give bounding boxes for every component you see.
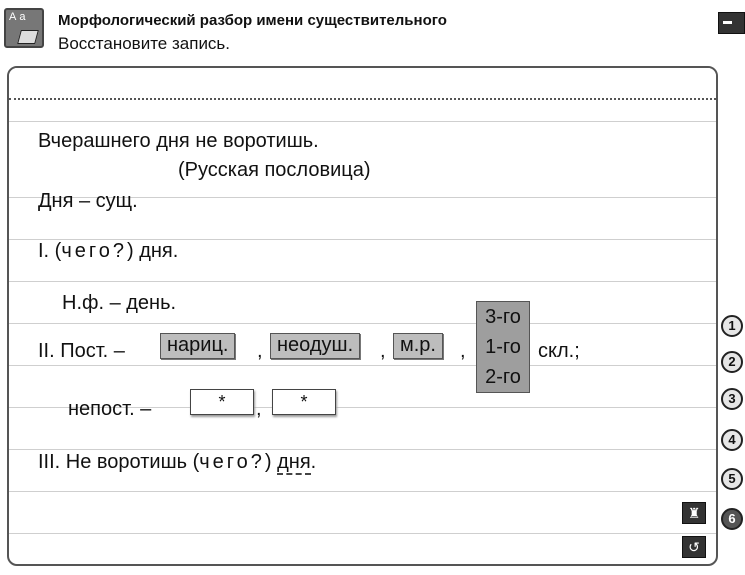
step-2-button[interactable]: 2 xyxy=(721,351,743,373)
comma-1: , xyxy=(257,340,263,362)
header: А а Морфологический разбор имени существ… xyxy=(0,0,745,62)
q3-prefix: III. Не воротишь ( xyxy=(38,451,200,473)
pen-icon xyxy=(17,30,39,44)
declension-suffix: скл.; xyxy=(538,340,580,362)
declension-option-3[interactable]: 3-го xyxy=(477,302,529,332)
q3-word: дня xyxy=(277,451,311,475)
panel-top-strip xyxy=(9,68,716,100)
answer-blank-1[interactable]: * xyxy=(190,389,254,415)
declension-option-1[interactable]: 1-го xyxy=(477,332,529,362)
word-analysis-line: Дня – сущ. xyxy=(38,190,138,212)
exercise-instruction: Восстановите запись. xyxy=(58,34,231,53)
proverb-text: Вчерашнего дня не воротишь. xyxy=(38,130,319,152)
q1-prefix: I. ( xyxy=(38,240,62,262)
nonconstant-features-label: непост. – xyxy=(68,398,152,420)
app-logo-icon: А а xyxy=(4,8,44,48)
comma-2: , xyxy=(380,340,386,362)
question-line-3: III. Не воротишь (чего?) дня. xyxy=(38,451,317,475)
hint-button[interactable]: ♜ xyxy=(682,502,706,524)
logo-letters: А а xyxy=(9,11,26,23)
step-5-button[interactable]: 5 xyxy=(721,468,743,490)
exercise-title: Морфологический разбор имени существител… xyxy=(58,12,447,29)
proverb-source: (Русская пословица) xyxy=(178,159,371,181)
declension-option-2[interactable]: 2-го xyxy=(477,362,529,392)
q1-suffix: ) дня. xyxy=(127,240,179,262)
q1-question: чего? xyxy=(61,240,127,262)
q3-close: ) xyxy=(264,451,278,473)
step-6-button[interactable]: 6 xyxy=(721,508,743,530)
declension-selector[interactable]: 3-го 1-го 2-го xyxy=(476,301,530,393)
chip-masculine[interactable]: м.р. xyxy=(393,333,443,359)
reset-button[interactable]: ↺ xyxy=(682,536,706,558)
initial-form-line: Н.ф. – день. xyxy=(62,292,177,314)
chip-common-noun[interactable]: нариц. xyxy=(160,333,236,359)
comma-4: , xyxy=(256,398,262,420)
step-3-button[interactable]: 3 xyxy=(721,388,743,410)
step-4-button[interactable]: 4 xyxy=(721,429,743,451)
minimize-button[interactable] xyxy=(718,12,745,34)
step-1-button[interactable]: 1 xyxy=(721,315,743,337)
q3-question: чего? xyxy=(199,451,265,473)
answer-blank-2[interactable]: * xyxy=(272,389,336,415)
constant-features-label: II. Пост. – xyxy=(38,340,125,362)
comma-3: , xyxy=(460,340,466,362)
chip-inanimate[interactable]: неодуш. xyxy=(270,333,361,359)
q3-end: . xyxy=(310,451,317,473)
question-line-1: I. (чего?) дня. xyxy=(38,240,178,263)
